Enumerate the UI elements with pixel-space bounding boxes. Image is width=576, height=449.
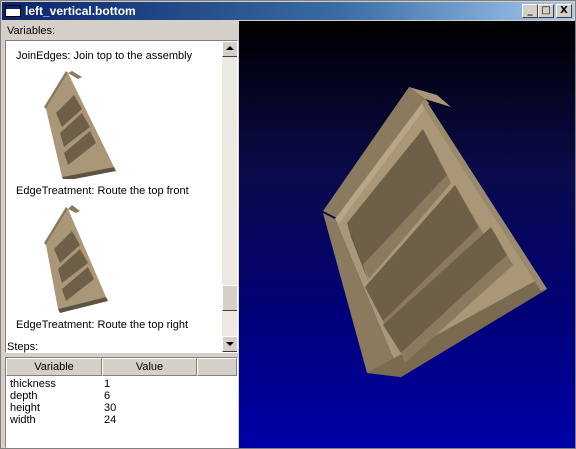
column-header-value[interactable]: Value	[102, 358, 197, 376]
table-row[interactable]: depth 6	[6, 390, 237, 402]
title-bar[interactable]: left_vertical.bottom _ □ X	[2, 2, 574, 20]
steps-label: Steps:	[7, 341, 39, 353]
value-cell: 6	[104, 390, 111, 402]
variables-label: Variables:	[7, 25, 56, 37]
value-cell: 1	[104, 378, 111, 390]
scroll-thumb[interactable]	[222, 285, 237, 311]
value-cell: 24	[104, 414, 117, 426]
variables-list-box[interactable]: JoinEdges: Join top to the assembly Edge…	[5, 40, 238, 353]
scroll-up-button[interactable]	[222, 41, 237, 57]
table-row[interactable]: height 30	[6, 402, 237, 414]
variable-cell: width	[10, 414, 36, 426]
maximize-button[interactable]: □	[538, 4, 554, 18]
variable-cell: height	[10, 402, 40, 414]
column-header-variable[interactable]: Variable	[6, 358, 102, 376]
variable-cell: depth	[10, 390, 38, 402]
variable-item-label[interactable]: JoinEdges: Join top to the assembly	[16, 50, 192, 62]
bookshelf-3d-model-icon	[323, 87, 547, 377]
steps-table: Variable Value thickness 1 depth 6 heigh…	[5, 357, 238, 448]
value-cell: 30	[104, 402, 117, 414]
minimize-button[interactable]: _	[522, 4, 538, 18]
variables-list: JoinEdges: Join top to the assembly Edge…	[6, 41, 222, 352]
table-row[interactable]: thickness 1	[6, 378, 237, 390]
variable-cell: thickness	[10, 378, 56, 390]
application-window: left_vertical.bottom _ □ X Variables: Jo…	[0, 0, 576, 449]
close-button[interactable]: X	[556, 4, 572, 18]
shelf-thumbnail-icon[interactable]	[36, 69, 126, 179]
column-header-extra[interactable]	[197, 358, 237, 376]
left-panel: Variables: JoinEdges: Join top to the as…	[3, 21, 238, 448]
3d-viewport[interactable]	[239, 21, 575, 448]
table-row[interactable]: width 24	[6, 414, 237, 426]
window-title: left_vertical.bottom	[25, 4, 136, 18]
variable-item-label[interactable]: EdgeTreatment: Route the top front	[16, 185, 189, 197]
variables-scrollbar[interactable]	[222, 41, 237, 352]
shelf-thumbnail-icon[interactable]	[36, 203, 126, 313]
scroll-down-button[interactable]	[222, 336, 237, 352]
window-icon	[5, 5, 21, 17]
variable-item-label[interactable]: EdgeTreatment: Route the top right	[16, 319, 188, 331]
